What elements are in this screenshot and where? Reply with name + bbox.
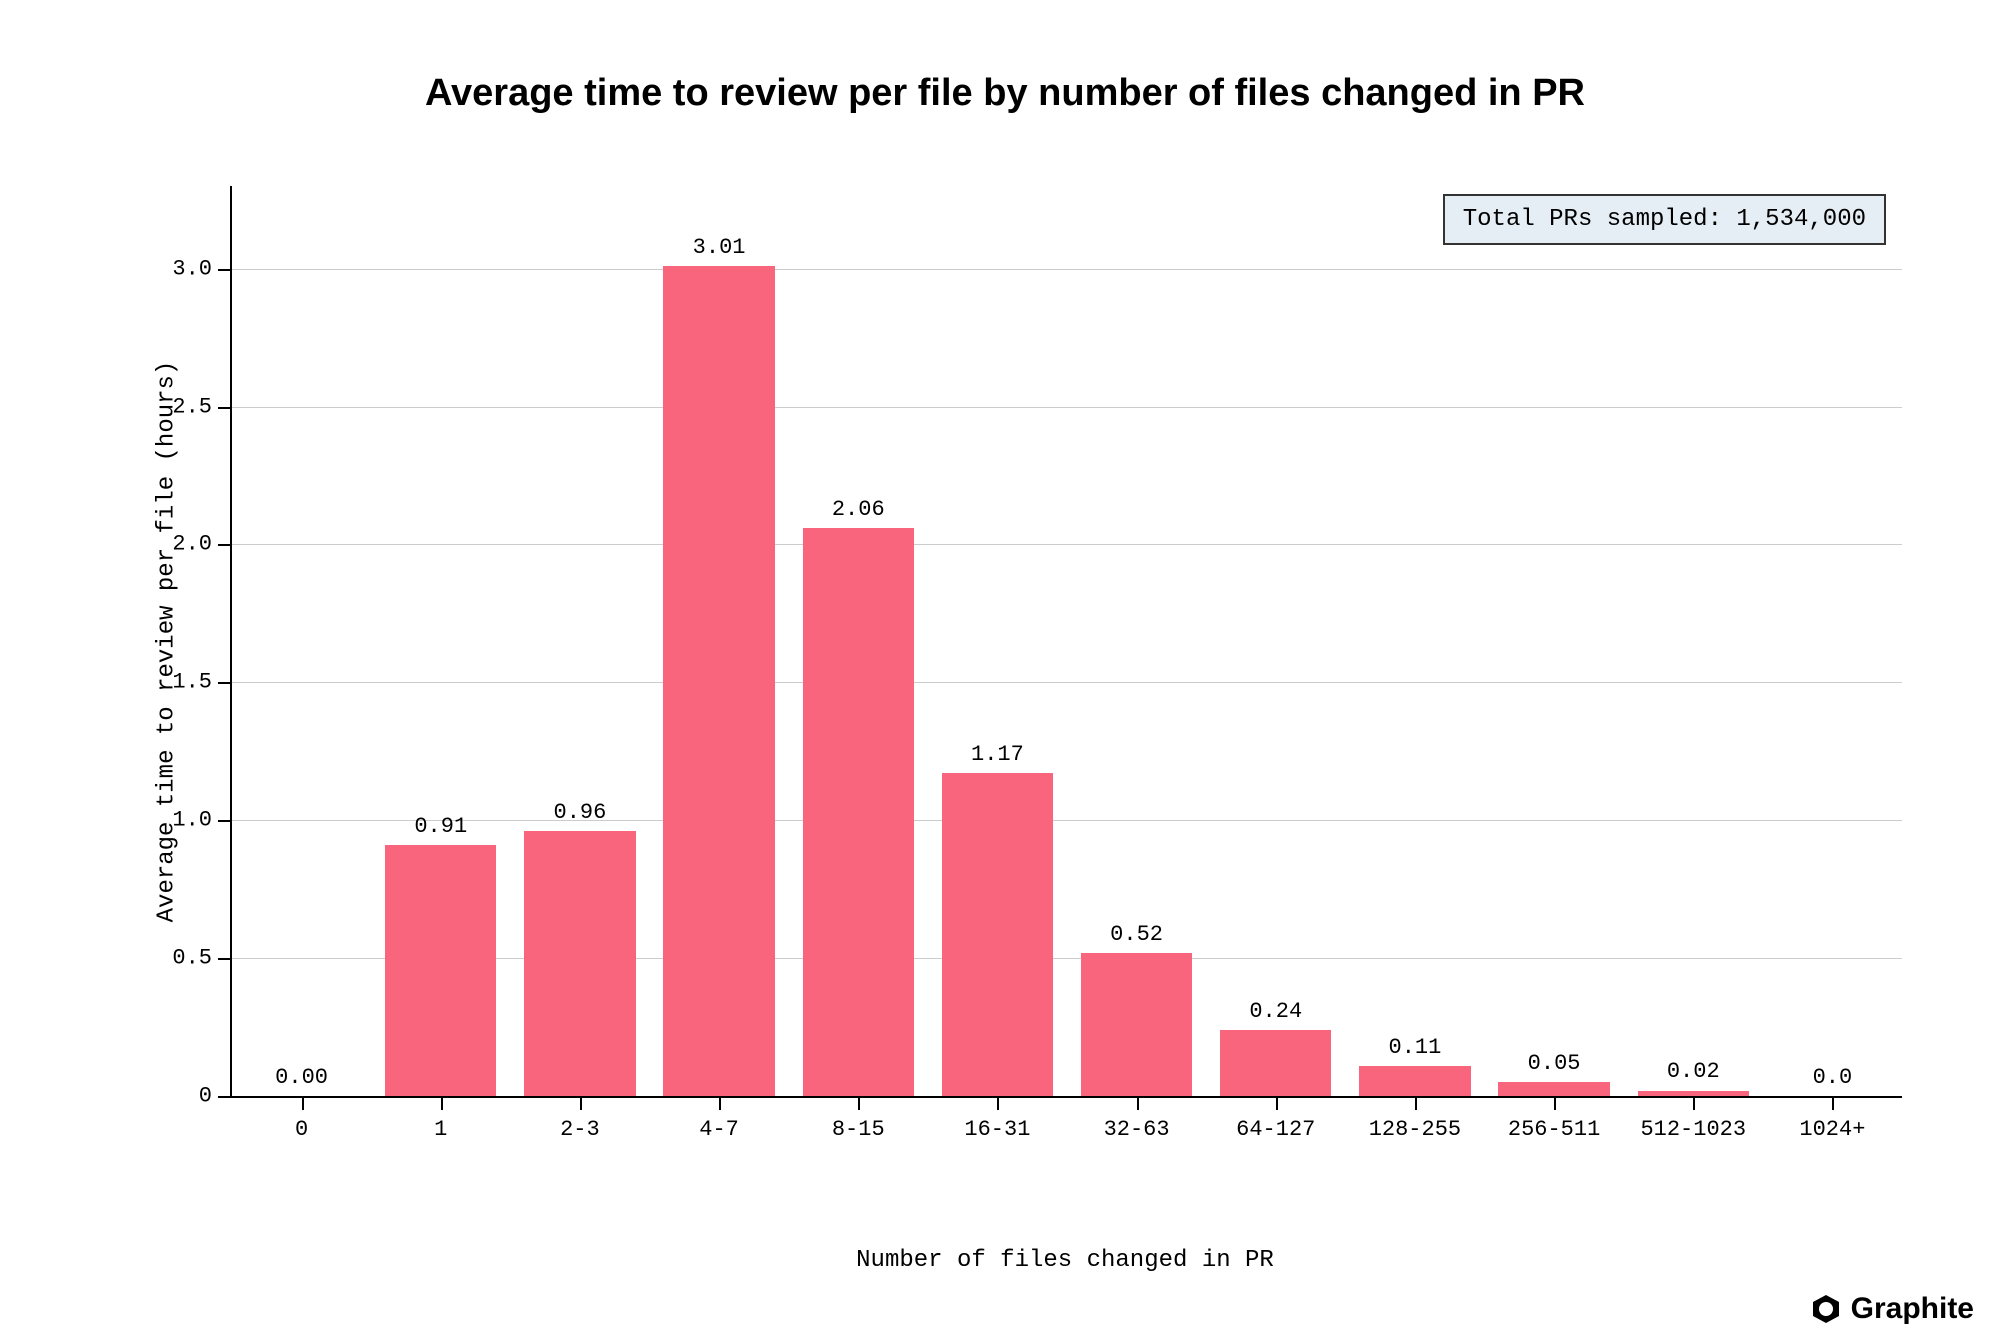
bar-value-label: 0.00 [275,1065,328,1096]
graphite-icon [1811,1294,1841,1324]
bar-value-label: 0.05 [1528,1051,1581,1082]
bar [1498,1082,1609,1096]
bar-value-label: 0.11 [1389,1035,1442,1066]
plot-area: Total PRs sampled: 1,534,000 00.51.01.52… [230,186,1902,1098]
x-axis-label: Number of files changed in PR [230,1247,1900,1274]
x-tick [302,1098,304,1110]
bar-value-label: 0.0 [1813,1065,1853,1096]
grid-line [232,269,1902,270]
y-tick [218,269,230,271]
y-tick [218,407,230,409]
x-tick [441,1098,443,1110]
brand-name: Graphite [1851,1292,1974,1326]
brand-logo: Graphite [1811,1292,1974,1326]
y-tick-label: 2.5 [162,394,212,419]
x-tick [1415,1098,1417,1110]
grid-line [232,407,1902,408]
x-tick-label: 256-511 [1508,1117,1600,1142]
bar-value-label: 1.17 [971,742,1024,773]
x-tick-label: 16-31 [964,1117,1030,1142]
bar-value-label: 0.02 [1667,1059,1720,1090]
y-tick [218,1096,230,1098]
chart-container: Average time to review per file (hours) … [160,186,1900,1166]
x-tick-label: 2-3 [560,1117,600,1142]
x-tick [1554,1098,1556,1110]
y-tick-label: 1.5 [162,670,212,695]
bar [663,266,774,1096]
y-tick [218,820,230,822]
bar [942,773,1053,1096]
chart-title: Average time to review per file by numbe… [0,72,2010,115]
y-tick-label: 0 [162,1084,212,1109]
x-tick [1832,1098,1834,1110]
x-tick [1137,1098,1139,1110]
grid-line [232,682,1902,683]
x-tick [1693,1098,1695,1110]
x-tick-label: 8-15 [832,1117,885,1142]
bar [524,831,635,1096]
x-tick-label: 4-7 [699,1117,739,1142]
x-tick-label: 0 [295,1117,308,1142]
bar [1638,1091,1749,1097]
bar [1081,953,1192,1096]
y-tick-label: 1.0 [162,808,212,833]
grid-line [232,820,1902,821]
y-tick-label: 2.0 [162,532,212,557]
x-tick [1276,1098,1278,1110]
grid-line [232,544,1902,545]
x-tick [858,1098,860,1110]
bar [803,528,914,1096]
x-tick-label: 128-255 [1369,1117,1461,1142]
bar [385,845,496,1096]
y-tick [218,958,230,960]
bar [1220,1030,1331,1096]
bar-value-label: 0.96 [554,800,607,831]
y-tick-label: 3.0 [162,256,212,281]
x-tick [719,1098,721,1110]
annotation-box: Total PRs sampled: 1,534,000 [1443,194,1886,245]
x-tick-label: 1024+ [1799,1117,1865,1142]
bar-value-label: 0.91 [414,814,467,845]
y-tick-label: 0.5 [162,946,212,971]
bar-value-label: 2.06 [832,497,885,528]
y-tick [218,544,230,546]
bar-value-label: 0.52 [1110,922,1163,953]
x-tick-label: 512-1023 [1640,1117,1746,1142]
bar-value-label: 3.01 [693,235,746,266]
bar-value-label: 0.24 [1249,999,1302,1030]
x-tick-label: 1 [434,1117,447,1142]
bar [1359,1066,1470,1096]
x-tick [997,1098,999,1110]
x-tick [580,1098,582,1110]
y-tick [218,682,230,684]
x-tick-label: 32-63 [1104,1117,1170,1142]
x-tick-label: 64-127 [1236,1117,1315,1142]
